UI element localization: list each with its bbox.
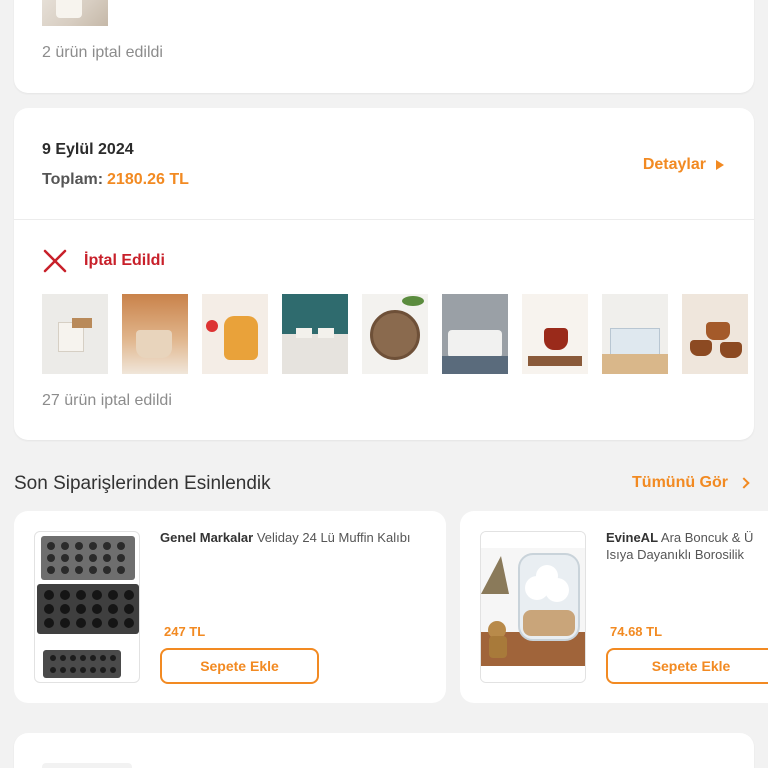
order-total-label: Toplam: [42, 171, 104, 188]
product-title-line2: Isıya Dayanıklı Borosilik [606, 547, 744, 562]
order-details-link[interactable]: Detaylar [643, 156, 724, 174]
product-name[interactable]: EvineAL Ara Boncuk & Ü Isıya Dayanıklı B… [606, 529, 768, 563]
product-image[interactable] [480, 531, 586, 683]
cancel-x-icon [43, 249, 67, 273]
product-thumbnail[interactable] [282, 294, 348, 374]
product-price: 247 TL [164, 624, 206, 639]
product-price: 74.68 TL [610, 624, 663, 639]
product-card[interactable]: Genel Markalar Veliday 24 Lü Muffin Kalı… [14, 511, 446, 703]
next-section-card [14, 733, 754, 768]
product-thumbnail[interactable] [522, 294, 588, 374]
product-thumbnail[interactable] [362, 294, 428, 374]
glass-jar-image [481, 532, 585, 682]
product-thumbnails [42, 294, 748, 374]
order-status: İptal Edildi [42, 248, 165, 274]
divider [14, 219, 754, 220]
product-thumbnail[interactable] [602, 294, 668, 374]
product-thumbnail[interactable] [42, 294, 108, 374]
order-total-amount: 2180.26 TL [107, 171, 189, 188]
section-title: Son Siparişlerinden Esinlendik [14, 473, 271, 494]
cancelled-items-count: 2 ürün iptal edildi [42, 44, 163, 61]
product-card[interactable]: EvineAL Ara Boncuk & Ü Isıya Dayanıklı B… [460, 511, 768, 703]
play-arrow-icon [716, 160, 724, 170]
see-all-link[interactable]: Tümünü Gör [632, 474, 750, 492]
product-brand: Genel Markalar [160, 530, 254, 545]
product-image[interactable] [34, 531, 140, 683]
muffin-tray-image [37, 536, 139, 678]
placeholder-text [42, 763, 132, 768]
previous-order-card: 2 ürün iptal edildi [14, 0, 754, 93]
product-thumbnail[interactable] [202, 294, 268, 374]
add-to-cart-button[interactable]: Sepete Ekle [606, 648, 768, 684]
product-thumbnail[interactable] [122, 294, 188, 374]
product-name[interactable]: Genel Markalar Veliday 24 Lü Muffin Kalı… [160, 529, 420, 546]
order-card: 9 Eylül 2024 Toplam: 2180.26 TL Detaylar … [14, 108, 754, 440]
see-all-label: Tümünü Gör [632, 474, 728, 491]
product-thumbnail[interactable] [442, 294, 508, 374]
order-details-label: Detaylar [642, 156, 706, 173]
order-date: 9 Eylül 2024 [42, 141, 134, 158]
product-title: Veliday 24 Lü Muffin Kalıbı [256, 530, 411, 545]
product-thumbnail[interactable] [42, 0, 108, 26]
add-to-cart-button[interactable]: Sepete Ekle [160, 648, 319, 684]
cancelled-items-count: 27 ürün iptal edildi [42, 392, 172, 409]
chevron-right-icon [738, 477, 750, 489]
status-label: İptal Edildi [84, 252, 165, 269]
order-total: Toplam: 2180.26 TL [42, 171, 189, 189]
product-title: Ara Boncuk & Ü [660, 530, 754, 545]
product-brand: EvineAL [606, 530, 659, 545]
product-thumbnail[interactable] [682, 294, 748, 374]
